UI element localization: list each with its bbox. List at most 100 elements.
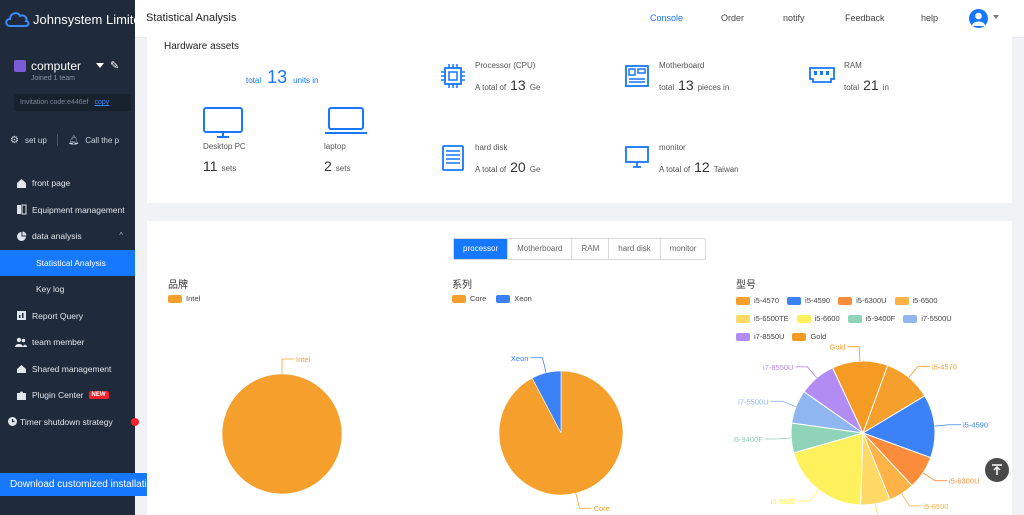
asset-label: Motherboard (659, 61, 705, 70)
pie-label: i5-6500 (923, 502, 948, 511)
asset-number: 13 (510, 77, 526, 93)
pie-label-line (764, 437, 792, 440)
invitation-code: Invitation code:e446ef copy (14, 94, 131, 111)
asset-unit: in (882, 83, 889, 92)
pie-label-line (847, 346, 861, 362)
asset-number: 12 (694, 159, 710, 175)
page-title: Statistical Analysis (146, 12, 237, 24)
sidebar-item-equipment[interactable]: Equipment management (0, 197, 135, 224)
sidebar-item-label: Report Query (32, 310, 84, 321)
asset-value-row: 2 sets (324, 158, 350, 174)
pie-chart-icon (15, 230, 27, 242)
asset-unit: pieces in (697, 83, 730, 92)
gear-icon[interactable]: ⚙ (10, 135, 19, 146)
invitation-label: Invitation code:e446ef (20, 99, 89, 106)
pie-label: Xeon (511, 354, 529, 363)
sidebar-item-team-member[interactable]: team member (0, 329, 135, 356)
asset-value-row: total 21 in (844, 77, 889, 93)
pie-label: i7-5500U (738, 397, 768, 406)
brand-logo[interactable]: Johnsystem Limited (4, 8, 135, 30)
asset-number: 2 (324, 158, 332, 174)
pie-charts-canvas: Intel Core Xeon i5-4570 i5-4590 i5-6300U i5-65… (221, 343, 988, 515)
account-subtitle: Joined 1 team (31, 75, 75, 82)
pie-label: Gold (829, 343, 845, 352)
sidebar-item-label: data analysis (32, 231, 82, 242)
hardware-title: Hardware assets (164, 41, 240, 52)
puzzle-icon (15, 389, 27, 401)
bell-icon[interactable]: 🔔︎ (68, 135, 79, 146)
nav-order[interactable]: Order (721, 13, 744, 23)
asset-label: Desktop PC (203, 142, 246, 151)
asset-prefix: total (844, 83, 860, 92)
sidebar-item-label: Shared management (32, 363, 112, 374)
team-icon (15, 336, 27, 348)
sidebar-item-shared-management[interactable]: Shared management (0, 356, 135, 383)
asset-unit: Taiwan (713, 165, 739, 174)
sidebar: Johnsystem Limited computer ✎ Joined 1 t… (0, 0, 135, 515)
account-avatar-icon (14, 60, 26, 72)
arrow-up-icon (992, 464, 1002, 475)
asset-label: Processor (CPU) (475, 61, 536, 70)
sidebar-item-timer-shutdown[interactable]: Timer shutdown strategy (0, 409, 135, 436)
nav-help[interactable]: help (921, 13, 938, 23)
report-icon (15, 310, 27, 322)
pie-slice[interactable] (221, 373, 343, 495)
user-avatar-icon[interactable] (969, 9, 988, 28)
asset-number: 21 (863, 77, 879, 93)
call-link[interactable]: Call the p (85, 136, 119, 145)
asset-prefix: A total of (475, 83, 507, 92)
pie-label: i5-4570 (932, 362, 957, 371)
home-icon (15, 177, 27, 189)
sidebar-item-report-query[interactable]: Report Query (0, 303, 135, 330)
copy-link[interactable]: copy (95, 99, 110, 106)
download-installation-button[interactable]: Download customized installation (0, 473, 147, 496)
sidebar-item-label: Statistical Analysis (36, 257, 106, 268)
motherboard-icon (625, 65, 649, 87)
pie-label-line (281, 358, 294, 374)
divider (56, 134, 58, 146)
asset-unit: sets (221, 164, 237, 173)
nav-console[interactable]: Console (650, 13, 683, 23)
setup-row: ⚙ set up 🔔︎ Call the p (10, 132, 135, 148)
pie-label-line (575, 493, 592, 509)
brand-name: Johnsystem Limited (33, 11, 135, 27)
sidebar-item-label: Key log (36, 284, 65, 295)
sidebar-item-key-log[interactable]: Key log (0, 276, 135, 303)
setup-link[interactable]: set up (25, 136, 47, 145)
ram-icon (809, 67, 835, 83)
asset-value-row: total 13 pieces in (659, 77, 729, 93)
hardware-assets-card: Hardware assets total 13 units in Desktop … (147, 37, 1012, 203)
caret-down-icon[interactable] (993, 15, 999, 19)
asset-prefix: A total of (659, 165, 691, 174)
nav-notify[interactable]: notify (783, 13, 805, 23)
desktop-icon (203, 107, 243, 138)
pie-label: i5-6600 (771, 497, 796, 506)
total-units: total 13 units in (246, 67, 319, 88)
edit-icon[interactable]: ✎ (110, 59, 119, 72)
total-suffix: units in (293, 76, 319, 85)
new-badge: NEW (88, 391, 109, 400)
asset-number: 20 (510, 159, 526, 175)
sidebar-item-statistical-analysis[interactable]: Statistical Analysis (0, 249, 135, 276)
asset-value-row: A total of 13 Ge (475, 77, 540, 93)
nav-feedback[interactable]: Feedback (845, 13, 885, 23)
total-value: 13 (267, 67, 288, 87)
back-to-top-button[interactable] (985, 458, 1009, 482)
pie-label-line (797, 489, 819, 502)
asset-value-row: A total of 20 Ge (475, 159, 540, 175)
clock-icon (6, 416, 18, 428)
pie-label-line (908, 365, 930, 378)
pie-label-line (875, 503, 878, 515)
pie-label: i5-9400F (733, 435, 763, 444)
pie-label: i5-6300U (949, 477, 979, 486)
sidebar-item-plugin-center[interactable]: Plugin Center NEW (0, 382, 135, 409)
pie-label: i5-4590 (963, 421, 988, 430)
sidebar-item-data-analysis[interactable]: data analysis ^ (0, 223, 135, 250)
asset-unit: Ge (529, 83, 541, 92)
cloud-icon (5, 12, 30, 27)
equipment-icon (15, 204, 27, 216)
pie-label-line (901, 493, 922, 507)
caret-down-icon[interactable] (96, 63, 104, 68)
sidebar-item-front-page[interactable]: front page (0, 170, 135, 197)
laptop-icon (325, 107, 367, 134)
